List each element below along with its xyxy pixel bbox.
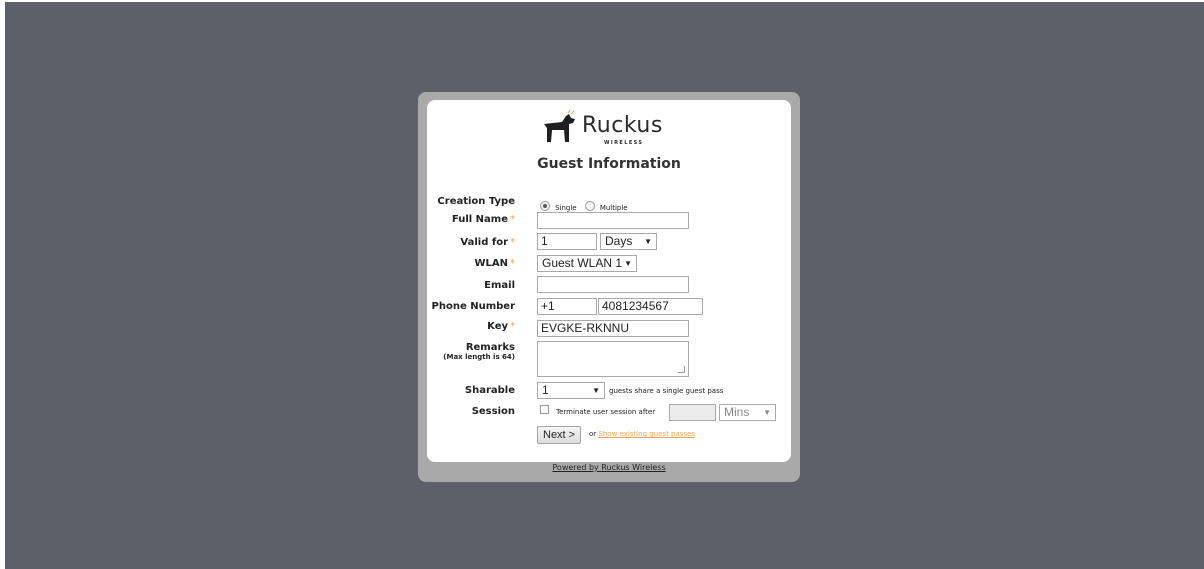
session-duration-input[interactable] xyxy=(669,404,716,421)
email-label: Email xyxy=(484,280,515,291)
valid-for-unit-select[interactable]: Days ▼ xyxy=(600,233,657,250)
resize-handle-icon[interactable] xyxy=(678,366,685,373)
radio-multiple[interactable] xyxy=(584,200,595,211)
session-unit-value: Mins xyxy=(724,405,750,419)
dog-icon xyxy=(544,110,575,142)
sharable-suffix: guests share a single guest pass xyxy=(609,387,724,395)
valid-for-unit-value: Days xyxy=(605,234,633,248)
key-input[interactable]: EVGKE-RKNNU xyxy=(537,320,689,337)
ruckus-logo: Ruckus WIRELESS xyxy=(542,110,682,150)
full-name-input[interactable] xyxy=(537,212,689,229)
remarks-hint: (Max length is 64) xyxy=(443,353,515,361)
wlan-label: WLAN * xyxy=(474,258,515,269)
phone-label: Phone Number xyxy=(431,301,515,312)
next-row-text: or Show existing guest passes xyxy=(589,430,695,438)
terminate-session-label: Terminate user session after xyxy=(556,408,656,416)
sharable-value: 1 xyxy=(542,383,549,397)
powered-by-link[interactable]: Powered by Ruckus Wireless xyxy=(418,463,800,472)
brand-name: Ruckus xyxy=(582,113,663,138)
brand-sub: WIRELESS xyxy=(604,140,644,146)
dropdown-arrow-icon: ▼ xyxy=(763,408,771,417)
valid-for-label: Valid for * xyxy=(460,237,515,248)
remarks-textarea[interactable] xyxy=(537,341,689,377)
phone-number-input[interactable]: 4081234567 xyxy=(598,298,703,315)
wlan-value: Guest WLAN 1 xyxy=(542,256,623,270)
key-label: Key * xyxy=(487,321,515,332)
dropdown-arrow-icon: ▼ xyxy=(644,237,652,246)
creation-type-label: Creation Type xyxy=(437,196,515,207)
session-label: Session xyxy=(471,406,515,417)
show-existing-passes-link[interactable]: Show existing guest passes xyxy=(598,430,695,438)
dropdown-arrow-icon: ▼ xyxy=(592,386,600,395)
or-text: or xyxy=(589,430,597,438)
terminate-session-checkbox[interactable] xyxy=(540,405,549,414)
radio-multiple-label: Multiple xyxy=(599,204,628,212)
radio-single-label: Single xyxy=(555,204,577,212)
sharable-label: Sharable xyxy=(464,385,515,396)
phone-country-code-input[interactable]: +1 xyxy=(537,298,597,315)
form-title: Guest Information xyxy=(537,156,681,172)
next-button[interactable]: Next > xyxy=(537,426,582,444)
remarks-label: Remarks (Max length is 64) xyxy=(443,342,515,361)
full-name-label: Full Name * xyxy=(451,214,515,225)
dropdown-arrow-icon: ▼ xyxy=(624,259,632,268)
radio-single[interactable] xyxy=(540,200,550,211)
session-unit-select[interactable]: Mins ▼ xyxy=(719,404,776,421)
wlan-select[interactable]: Guest WLAN 1 ▼ xyxy=(537,255,637,272)
valid-for-input[interactable]: 1 xyxy=(537,233,597,250)
email-input[interactable] xyxy=(537,276,689,293)
sharable-select[interactable]: 1 ▼ xyxy=(537,382,605,399)
